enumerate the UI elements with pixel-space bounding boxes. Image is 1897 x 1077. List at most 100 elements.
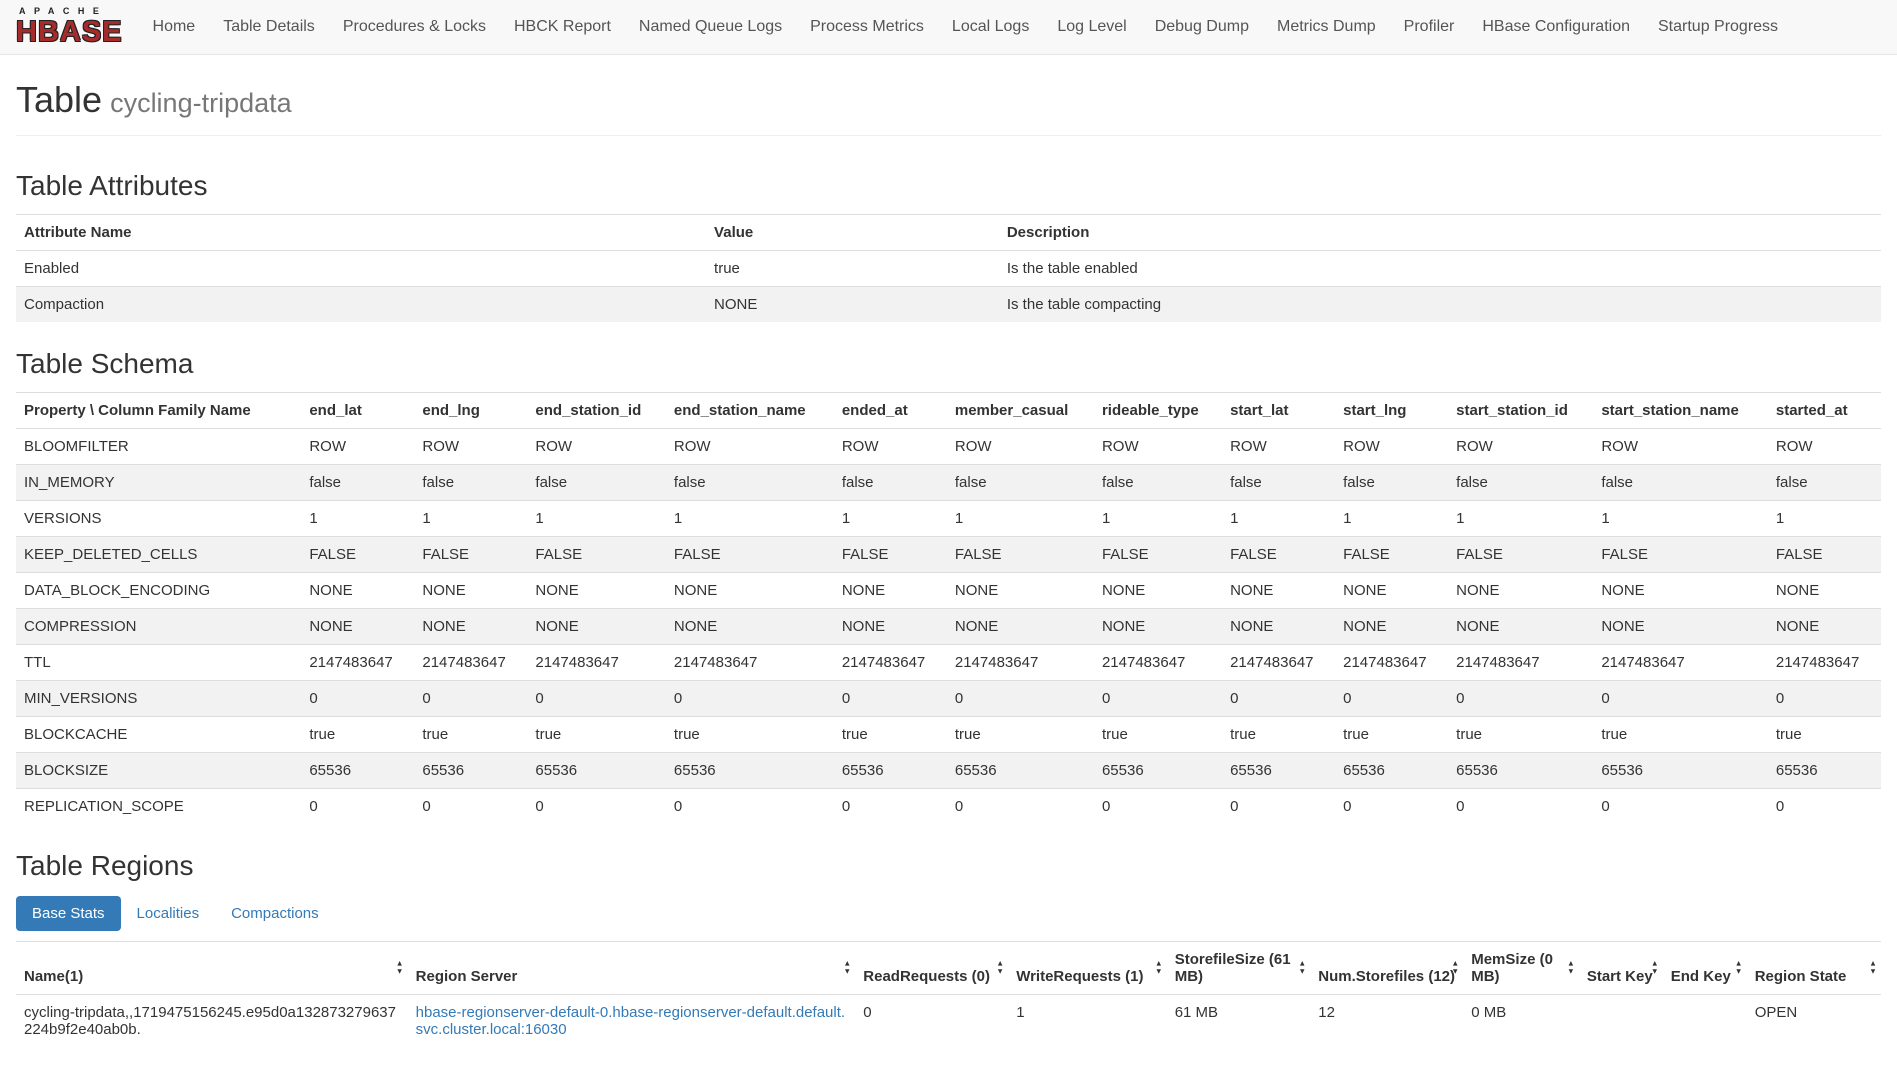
schema-column-family-header: ended_at: [834, 393, 947, 429]
attributes-table-head-row: Attribute NameValueDescription: [16, 215, 1881, 251]
nav-link-named-queue-logs[interactable]: Named Queue Logs: [625, 10, 796, 44]
schema-property-value: NONE: [1768, 573, 1881, 609]
regions-column-header-region-server[interactable]: Region Server▴▾: [408, 942, 856, 995]
schema-property-value: 2147483647: [834, 645, 947, 681]
regions-tab-item: Localities: [121, 896, 216, 931]
nav-link-debug-dump[interactable]: Debug Dump: [1141, 10, 1263, 44]
schema-row: TTL2147483647214748364721474836472147483…: [16, 645, 1881, 681]
schema-property-value: 1: [1335, 501, 1448, 537]
schema-property-value: 0: [834, 789, 947, 825]
nav-item: HBase Configuration: [1468, 10, 1644, 44]
attributes-column-header: Attribute Name: [16, 215, 706, 251]
sort-icon: ▴▾: [1871, 960, 1875, 977]
region-region-state: OPEN: [1747, 995, 1881, 1048]
region-mem-size: 0 MB: [1463, 995, 1579, 1048]
schema-property-value: NONE: [1335, 609, 1448, 645]
schema-property-value: 65536: [834, 753, 947, 789]
nav-link-local-logs[interactable]: Local Logs: [938, 10, 1043, 44]
schema-row: MIN_VERSIONS000000000000: [16, 681, 1881, 717]
schema-column-family-header: member_casual: [947, 393, 1094, 429]
nav-link-hbck-report[interactable]: HBCK Report: [500, 10, 625, 44]
sort-icon: ▴▾: [998, 960, 1002, 977]
regions-column-header-region-state[interactable]: Region State▴▾: [1747, 942, 1881, 995]
schema-property-value: true: [1335, 717, 1448, 753]
regions-table-head-row: Name(1)▴▾Region Server▴▾ReadRequests (0)…: [16, 942, 1881, 995]
schema-property-value: true: [834, 717, 947, 753]
tab-localities[interactable]: Localities: [121, 896, 216, 931]
schema-property-value: false: [947, 465, 1094, 501]
schema-column-family-header: end_station_id: [527, 393, 666, 429]
nav-link-startup-progress[interactable]: Startup Progress: [1644, 10, 1792, 44]
schema-property-value: 65536: [1448, 753, 1593, 789]
regions-tab-item: Base Stats: [16, 896, 121, 931]
attributes-column-header: Description: [999, 215, 1881, 251]
schema-property-value: NONE: [414, 609, 527, 645]
schema-property-name: DATA_BLOCK_ENCODING: [16, 573, 301, 609]
nav-link-metrics-dump[interactable]: Metrics Dump: [1263, 10, 1390, 44]
region-server-cell: hbase-regionserver-default-0.hbase-regio…: [408, 995, 856, 1048]
regions-column-header-start-key[interactable]: Start Key▴▾: [1579, 942, 1663, 995]
schema-property-value: ROW: [1768, 429, 1881, 465]
schema-property-value: 2147483647: [301, 645, 414, 681]
schema-property-value: 65536: [1335, 753, 1448, 789]
regions-column-header-writerequests-1[interactable]: WriteRequests (1)▴▾: [1008, 942, 1167, 995]
schema-property-value: FALSE: [1222, 537, 1335, 573]
schema-property-value: 0: [1094, 681, 1222, 717]
regions-column-header-storefilesize-61-mb[interactable]: StorefileSize (61 MB)▴▾: [1167, 942, 1311, 995]
schema-property-value: 65536: [527, 753, 666, 789]
schema-row: REPLICATION_SCOPE000000000000: [16, 789, 1881, 825]
nav-link-process-metrics[interactable]: Process Metrics: [796, 10, 938, 44]
schema-property-value: ROW: [947, 429, 1094, 465]
tab-base-stats[interactable]: Base Stats: [16, 896, 121, 931]
nav-link-hbase-configuration[interactable]: HBase Configuration: [1468, 10, 1644, 44]
regions-column-header-readrequests-0[interactable]: ReadRequests (0)▴▾: [855, 942, 1008, 995]
schema-column-family-header: rideable_type: [1094, 393, 1222, 429]
regions-column-header-end-key[interactable]: End Key▴▾: [1663, 942, 1747, 995]
regions-column-header-name-1[interactable]: Name(1)▴▾: [16, 942, 408, 995]
regions-column-header-num-storefiles-12[interactable]: Num.Storefiles (12)▴▾: [1310, 942, 1463, 995]
schema-property-value: 0: [527, 681, 666, 717]
title-divider: [16, 135, 1881, 136]
schema-property-value: 0: [666, 789, 834, 825]
schema-property-value: 0: [414, 789, 527, 825]
region-server-link[interactable]: hbase-regionserver-default-0.hbase-regio…: [416, 1004, 845, 1038]
nav-link-procedures-locks[interactable]: Procedures & Locks: [329, 10, 500, 44]
nav-link-log-level[interactable]: Log Level: [1043, 10, 1140, 44]
nav-link-home[interactable]: Home: [139, 10, 210, 44]
schema-property-value: 0: [1768, 789, 1881, 825]
schema-property-value: FALSE: [301, 537, 414, 573]
nav-link-table-details[interactable]: Table Details: [209, 10, 329, 44]
nav-menu: HomeTable DetailsProcedures & LocksHBCK …: [139, 10, 1793, 44]
nav-link-profiler[interactable]: Profiler: [1390, 10, 1469, 44]
schema-property-value: 65536: [1222, 753, 1335, 789]
schema-property-value: NONE: [834, 609, 947, 645]
schema-property-value: 0: [1448, 789, 1593, 825]
nav-item: Profiler: [1390, 10, 1469, 44]
regions-column-header-memsize-0-mb[interactable]: MemSize (0 MB)▴▾: [1463, 942, 1579, 995]
nav-item: Named Queue Logs: [625, 10, 796, 44]
schema-column-family-header: started_at: [1768, 393, 1881, 429]
sort-icon: ▴▾: [1300, 960, 1304, 977]
schema-property-value: true: [1768, 717, 1881, 753]
schema-property-value: 0: [1593, 789, 1768, 825]
schema-property-value: true: [1448, 717, 1593, 753]
schema-property-value: true: [414, 717, 527, 753]
nav-item: Log Level: [1043, 10, 1140, 44]
schema-table: Property \ Column Family Nameend_latend_…: [16, 392, 1881, 824]
hbase-logo[interactable]: APACHE HBASE: [16, 7, 123, 47]
schema-property-value: 1: [414, 501, 527, 537]
nav-item: HBCK Report: [500, 10, 625, 44]
schema-property-value: false: [1448, 465, 1593, 501]
schema-property-value: 2147483647: [1768, 645, 1881, 681]
schema-property-value: NONE: [1094, 573, 1222, 609]
tab-compactions[interactable]: Compactions: [215, 896, 335, 931]
schema-property-value: 1: [1448, 501, 1593, 537]
regions-tabs: Base StatsLocalitiesCompactions: [16, 896, 1881, 931]
schema-column-family-header: start_lat: [1222, 393, 1335, 429]
schema-property-value: 65536: [1768, 753, 1881, 789]
schema-row: BLOCKCACHEtruetruetruetruetruetruetruetr…: [16, 717, 1881, 753]
attributes-heading: Table Attributes: [16, 170, 1881, 202]
schema-property-value: FALSE: [666, 537, 834, 573]
schema-property-value: 0: [1094, 789, 1222, 825]
schema-column-family-header: start_station_name: [1593, 393, 1768, 429]
